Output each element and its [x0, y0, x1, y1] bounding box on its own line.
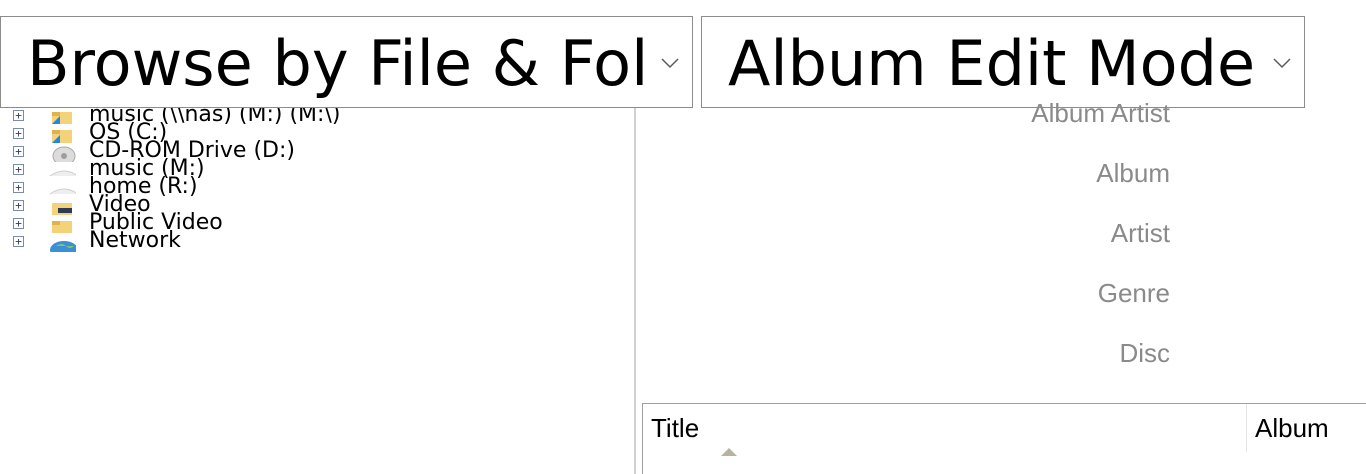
column-header-label: Album — [1255, 413, 1329, 443]
tree-item-label: Network — [89, 228, 181, 253]
edit-mode-dropdown[interactable]: Album Edit Mode — [701, 16, 1305, 108]
network-drive-icon — [48, 164, 79, 180]
expand-icon[interactable]: + — [13, 182, 24, 193]
expand-icon[interactable]: + — [13, 200, 24, 211]
folder-shortcut-icon — [48, 128, 76, 144]
folder-icon — [48, 218, 76, 234]
expand-icon[interactable]: + — [13, 110, 24, 121]
album-artist-label: Album Artist — [1031, 98, 1170, 128]
folder-tree: + music (\\nas) (M:) (M:\) + OS (C:) + C… — [0, 108, 634, 474]
browse-mode-dropdown[interactable]: Browse by File & Folder — [0, 16, 693, 108]
video-folder-icon — [48, 200, 76, 216]
column-header-album[interactable]: Album — [1247, 404, 1366, 452]
cd-drive-icon — [48, 146, 76, 166]
expand-icon[interactable]: + — [13, 218, 24, 229]
chevron-down-icon[interactable] — [1260, 17, 1304, 107]
disc-label: Disc — [1119, 338, 1170, 368]
chevron-down-icon[interactable] — [648, 17, 692, 107]
expand-icon[interactable]: + — [13, 146, 24, 157]
network-drive-icon — [48, 182, 79, 198]
browse-mode-value: Browse by File & Folder — [27, 27, 693, 100]
sort-ascending-icon — [721, 424, 737, 472]
expand-icon[interactable]: + — [13, 164, 24, 175]
edit-mode-value: Album Edit Mode — [728, 27, 1256, 100]
network-globe-icon — [48, 236, 78, 259]
expand-icon[interactable]: + — [13, 236, 24, 247]
column-header-label: Title — [651, 413, 700, 443]
album-label: Album — [1096, 158, 1170, 188]
pane-splitter[interactable] — [634, 108, 636, 474]
track-list: Title Album — [642, 403, 1366, 474]
expand-icon[interactable]: + — [13, 128, 24, 139]
column-header-title[interactable]: Title — [643, 404, 1247, 456]
artist-label: Artist — [1110, 218, 1170, 248]
genre-label: Genre — [1097, 278, 1170, 308]
network-drive-icon — [48, 110, 76, 126]
